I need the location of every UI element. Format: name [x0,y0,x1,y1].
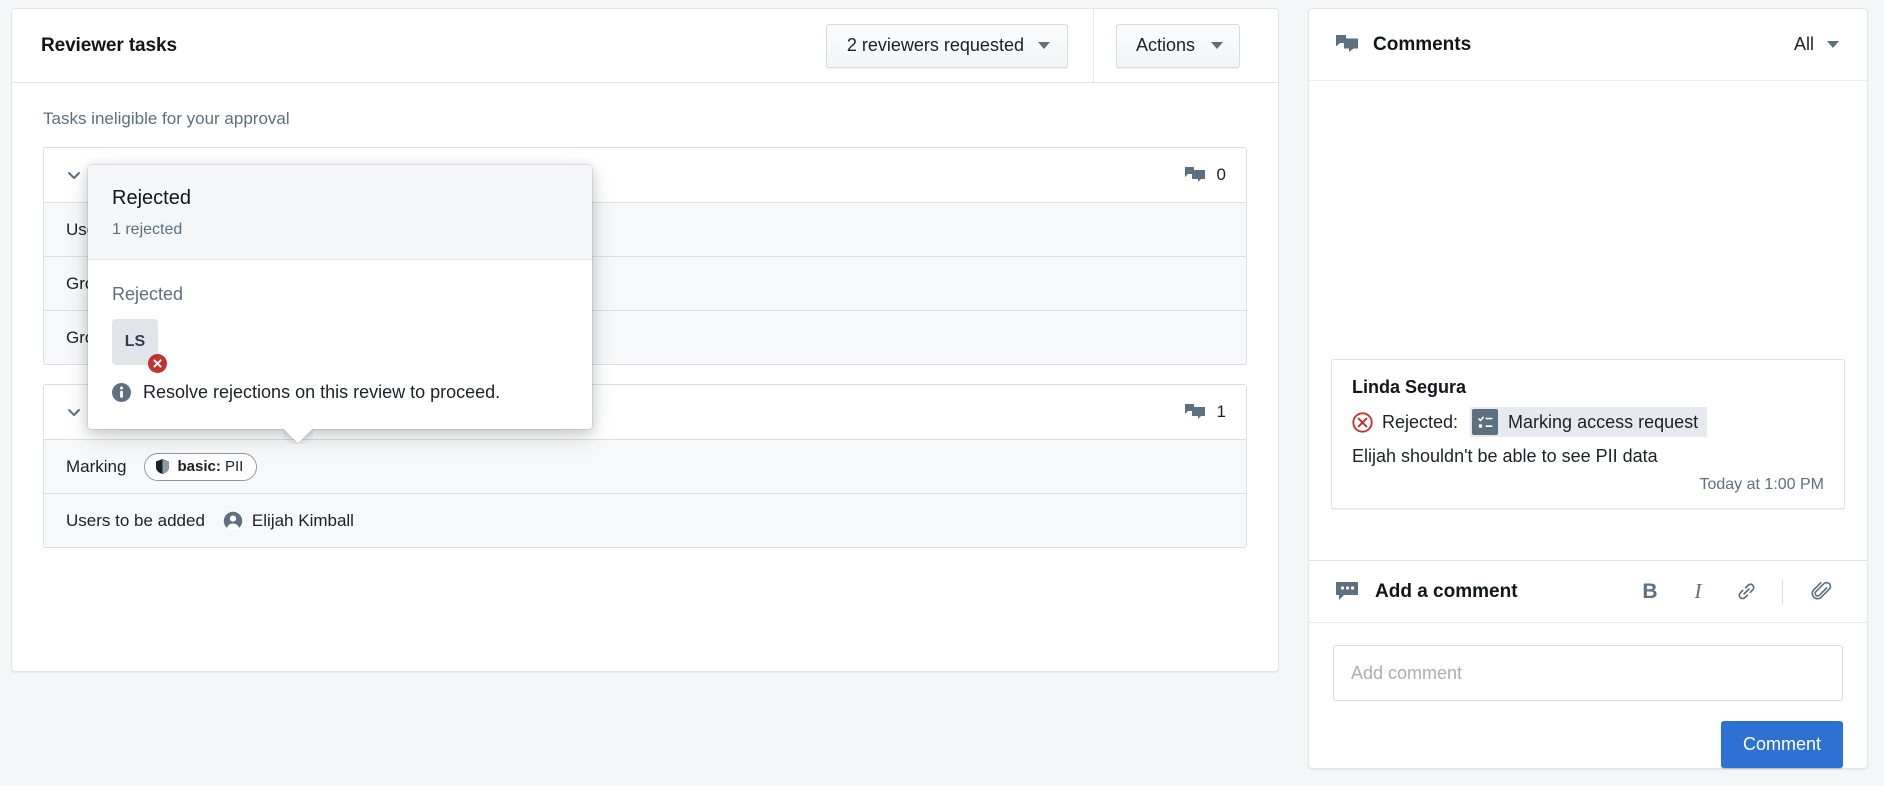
marking-tag[interactable]: basic: PII [144,452,258,481]
comments-list: Linda Segura Rejected: Marking access re… [1309,81,1867,560]
app-root: Reviewer tasks 2 reviewers requested Act… [0,0,1884,786]
comments-panel: Comments All Linda Segura Rejected: Mark… [1308,8,1868,769]
comment-input[interactable]: Add comment [1333,645,1843,701]
chevron-down-icon [1037,42,1050,49]
chevron-down-icon [68,172,80,179]
user-chip[interactable]: Elijah Kimball [223,511,354,531]
section-label: Tasks ineligible for your approval [43,109,290,128]
shield-icon [156,459,170,474]
rejected-icon [1352,411,1373,433]
comment-reference-label: Marking access request [1508,411,1699,432]
header-divider [1092,9,1094,82]
comment-status-label: Rejected: [1382,411,1459,432]
comment-submit-row: Comment [1333,721,1843,768]
comment-reference-chip[interactable]: Marking access request [1470,407,1708,437]
toolbar-divider [1782,578,1783,605]
popover-note: Resolve rejections on this review to pro… [112,382,568,403]
paperclip-icon [1810,581,1831,600]
popover-subtitle: 1 rejected [112,221,183,238]
comments-title: Comments [1373,33,1472,55]
comment-icon [1336,35,1358,52]
link-button[interactable] [1728,574,1764,610]
popover-group-label: Rejected [112,284,184,304]
task-comment-count[interactable]: 1 [1184,402,1226,422]
close-icon [153,359,162,368]
comment-icon [1184,166,1205,182]
header-actions: 2 reviewers requested Actions [825,9,1278,82]
page-title: Reviewer tasks [41,34,177,56]
comment-submit-button[interactable]: Comment [1720,721,1843,768]
task-list-icon [1472,409,1499,435]
reviewers-requested-label: 2 reviewers requested [846,35,1024,55]
task-row-users-to-be-added: Users to be added Elijah Kimball [44,493,1246,547]
comment-author: Linda Segura [1352,377,1467,397]
marking-tag-prefix: basic: [177,458,221,475]
task-row-key: Marking [66,456,127,476]
popover-header: Rejected 1 rejected [88,165,592,260]
link-icon [1737,583,1755,600]
comment-item: Linda Segura Rejected: Marking access re… [1331,359,1845,509]
comment-count-value: 0 [1216,165,1226,184]
rejected-badge-icon [148,354,167,373]
marking-tag-text: basic: PII [177,458,243,475]
marking-tag-suffix: PII [225,458,244,475]
chevron-down-icon [68,409,80,416]
info-icon [112,383,131,402]
popover-arrow [283,428,313,444]
italic-button[interactable]: I [1680,574,1716,610]
task-row-marking: Marking basic: PII [44,439,1246,493]
bold-button[interactable]: B [1632,574,1668,610]
add-comment-title: Add a comment [1375,580,1518,602]
actions-button[interactable]: Actions [1115,23,1240,68]
avatar[interactable]: LS [112,319,167,373]
task-comment-count[interactable]: 0 [1184,165,1226,185]
add-comment-section: Add a comment B I Add comment Comment [1309,560,1867,768]
comment-count-value: 1 [1216,402,1226,421]
chevron-down-icon [1211,42,1223,49]
comments-filter-select[interactable]: All [1794,34,1839,55]
popover-body: Rejected LS Resolve rejections on this r… [88,260,592,429]
rejected-popover: Rejected 1 rejected Rejected LS Resolve … [88,165,592,429]
person-icon [223,511,243,530]
actions-label: Actions [1135,35,1195,55]
checklist-icon [1477,415,1493,428]
popover-note-text: Resolve rejections on this review to pro… [143,382,501,402]
comments-header: Comments All [1309,9,1867,81]
chevron-down-icon [1827,41,1839,48]
user-name: Elijah Kimball [251,510,354,530]
reviewers-requested-button[interactable]: 2 reviewers requested [825,23,1068,68]
attachment-button[interactable] [1803,574,1839,610]
comment-timestamp: Today at 1:00 PM [1699,476,1824,493]
comment-input-placeholder: Add comment [1351,662,1463,683]
comment-status: Rejected: Marking access request [1352,407,1824,437]
add-comment-toolbar: Add a comment B I [1309,561,1867,623]
popover-title: Rejected [112,187,191,209]
comments-filter-value: All [1793,34,1814,54]
comment-icon [1184,403,1205,419]
reviewer-tasks-header: Reviewer tasks 2 reviewers requested Act… [12,9,1278,83]
comment-body: Elijah shouldn't be able to see PII data [1352,446,1658,466]
task-row-key: Users to be added [66,510,205,530]
speech-bubble-icon [1336,582,1358,600]
